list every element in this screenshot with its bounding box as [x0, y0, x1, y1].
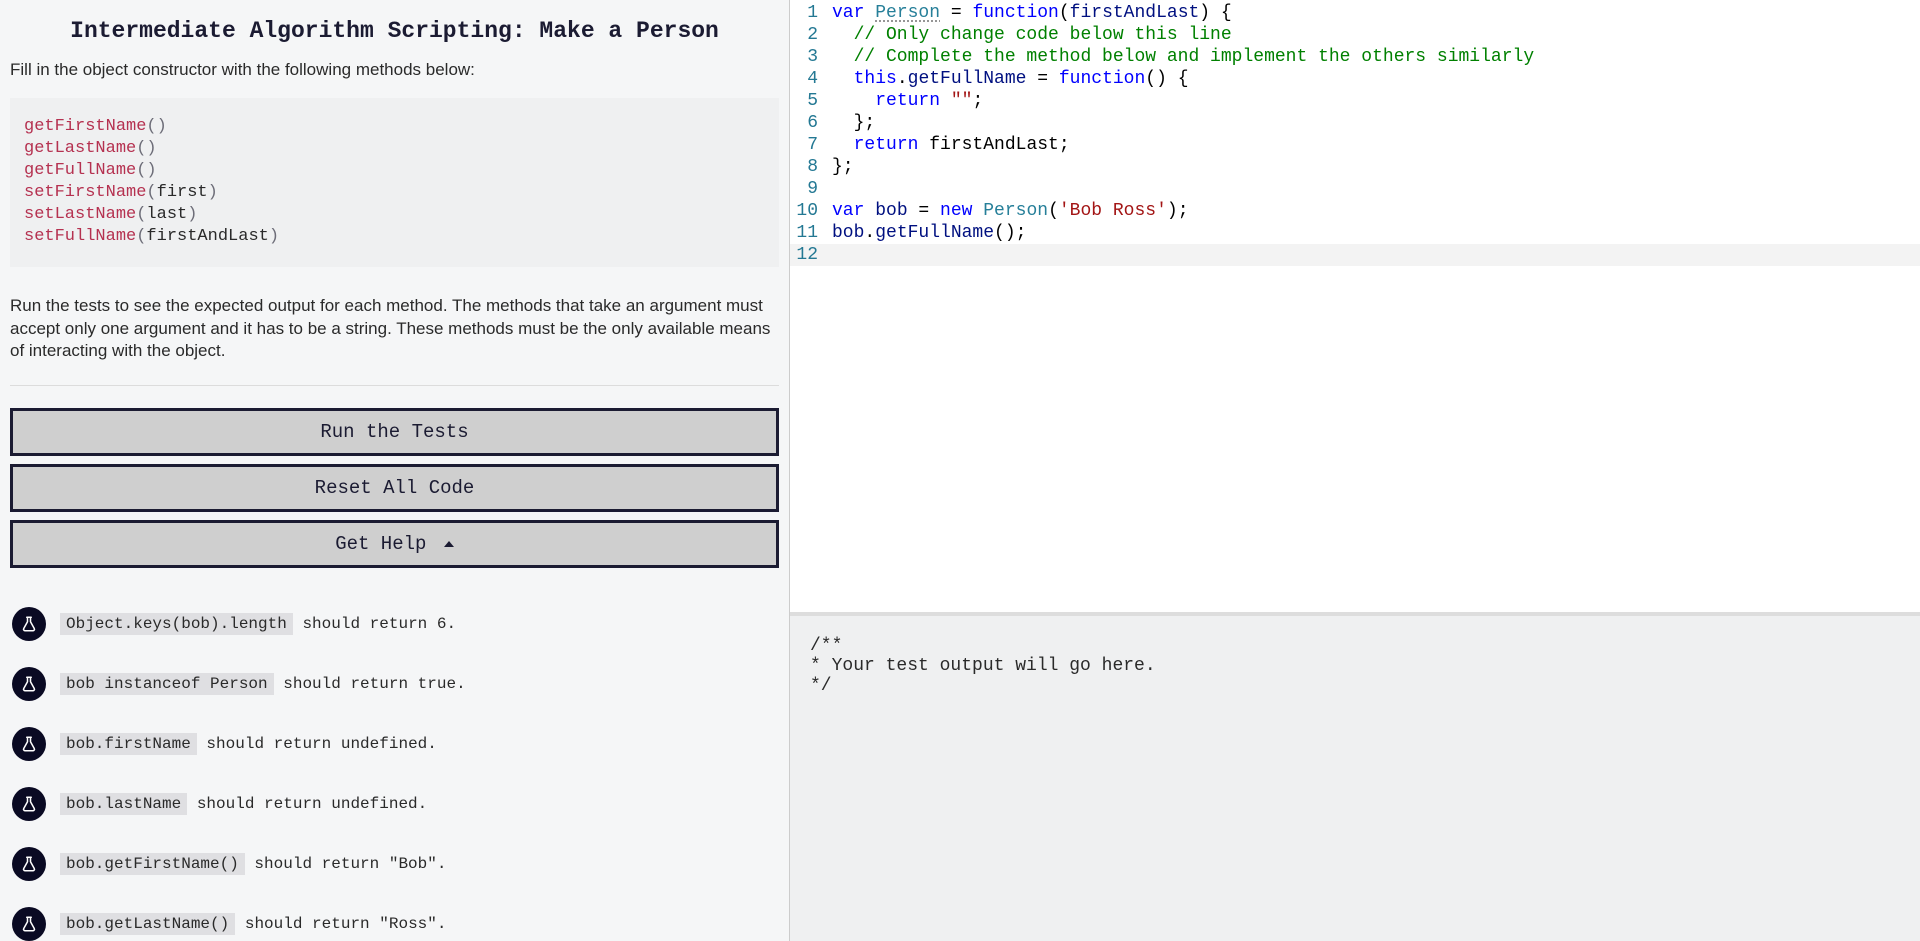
test-text: bob.getLastName() should return "Ross". — [60, 915, 446, 933]
code-panel: 1var Person = function(firstAndLast) {2 … — [790, 0, 1920, 941]
code-content: return firstAndLast; — [832, 134, 1070, 156]
code-content: }; — [832, 156, 854, 178]
code-line[interactable]: 5 return ""; — [790, 90, 1920, 112]
method-signature: setLastName(last) — [24, 204, 765, 226]
challenge-title: Intermediate Algorithm Scripting: Make a… — [10, 18, 779, 44]
flask-icon — [12, 667, 46, 701]
line-number: 8 — [790, 156, 832, 178]
code-line[interactable]: 2 // Only change code below this line — [790, 24, 1920, 46]
method-signature: getFullName() — [24, 160, 765, 182]
line-number: 3 — [790, 46, 832, 68]
challenge-description: Run the tests to see the expected output… — [10, 295, 779, 364]
flask-icon — [12, 607, 46, 641]
flask-icon — [12, 787, 46, 821]
reset-code-button[interactable]: Reset All Code — [10, 464, 779, 512]
code-line[interactable]: 3 // Complete the method below and imple… — [790, 46, 1920, 68]
test-row: Object.keys(bob).length should return 6. — [10, 594, 779, 654]
code-content: return ""; — [832, 90, 983, 112]
line-number: 2 — [790, 24, 832, 46]
code-line[interactable]: 9 — [790, 178, 1920, 200]
code-line[interactable]: 7 return firstAndLast; — [790, 134, 1920, 156]
method-signature: getLastName() — [24, 138, 765, 160]
code-line[interactable]: 6 }; — [790, 112, 1920, 134]
code-line[interactable]: 10var bob = new Person('Bob Ross'); — [790, 200, 1920, 222]
code-line[interactable]: 8}; — [790, 156, 1920, 178]
test-row: bob.firstName should return undefined. — [10, 714, 779, 774]
code-content: }; — [832, 112, 875, 134]
code-line[interactable]: 4 this.getFullName = function() { — [790, 68, 1920, 90]
flask-icon — [12, 847, 46, 881]
flask-icon — [12, 727, 46, 761]
test-text: bob.lastName should return undefined. — [60, 795, 427, 813]
line-number: 7 — [790, 134, 832, 156]
method-signature: setFirstName(first) — [24, 182, 765, 204]
code-line[interactable]: 11bob.getFullName(); — [790, 222, 1920, 244]
method-signature: setFullName(firstAndLast) — [24, 226, 765, 248]
code-content: this.getFullName = function() { — [832, 68, 1189, 90]
method-list: getFirstName()getLastName()getFullName()… — [10, 98, 779, 267]
code-content: var Person = function(firstAndLast) { — [832, 2, 1232, 24]
test-text: bob instanceof Person should return true… — [60, 675, 466, 693]
test-text: Object.keys(bob).length should return 6. — [60, 615, 456, 633]
instructions-panel: Intermediate Algorithm Scripting: Make a… — [0, 0, 790, 941]
method-signature: getFirstName() — [24, 116, 765, 138]
output-pane: /** * Your test output will go here. */ — [790, 616, 1920, 941]
tests-list: Object.keys(bob).length should return 6.… — [10, 594, 779, 941]
test-row: bob instanceof Person should return true… — [10, 654, 779, 714]
line-number: 10 — [790, 200, 832, 222]
test-row: bob.lastName should return undefined. — [10, 774, 779, 834]
line-number: 11 — [790, 222, 832, 244]
divider — [10, 385, 779, 386]
test-row: bob.getFirstName() should return "Bob". — [10, 834, 779, 894]
test-row: bob.getLastName() should return "Ross". — [10, 894, 779, 941]
line-number: 12 — [790, 244, 832, 266]
test-text: bob.getFirstName() should return "Bob". — [60, 855, 446, 873]
run-tests-button[interactable]: Run the Tests — [10, 408, 779, 456]
flask-icon — [12, 907, 46, 941]
line-number: 9 — [790, 178, 832, 200]
caret-up-icon — [444, 541, 454, 547]
line-number: 4 — [790, 68, 832, 90]
code-content: // Only change code below this line — [832, 24, 1232, 46]
line-number: 5 — [790, 90, 832, 112]
test-text: bob.firstName should return undefined. — [60, 735, 437, 753]
code-content: var bob = new Person('Bob Ross'); — [832, 200, 1189, 222]
code-content: // Complete the method below and impleme… — [832, 46, 1534, 68]
line-number: 6 — [790, 112, 832, 134]
get-help-button[interactable]: Get Help — [10, 520, 779, 568]
code-editor[interactable]: 1var Person = function(firstAndLast) {2 … — [790, 0, 1920, 616]
code-line[interactable]: 1var Person = function(firstAndLast) { — [790, 2, 1920, 24]
line-number: 1 — [790, 2, 832, 24]
intro-text: Fill in the object constructor with the … — [10, 60, 779, 80]
code-content: bob.getFullName(); — [832, 222, 1026, 244]
get-help-label: Get Help — [335, 533, 426, 555]
code-line[interactable]: 12 — [790, 244, 1920, 266]
